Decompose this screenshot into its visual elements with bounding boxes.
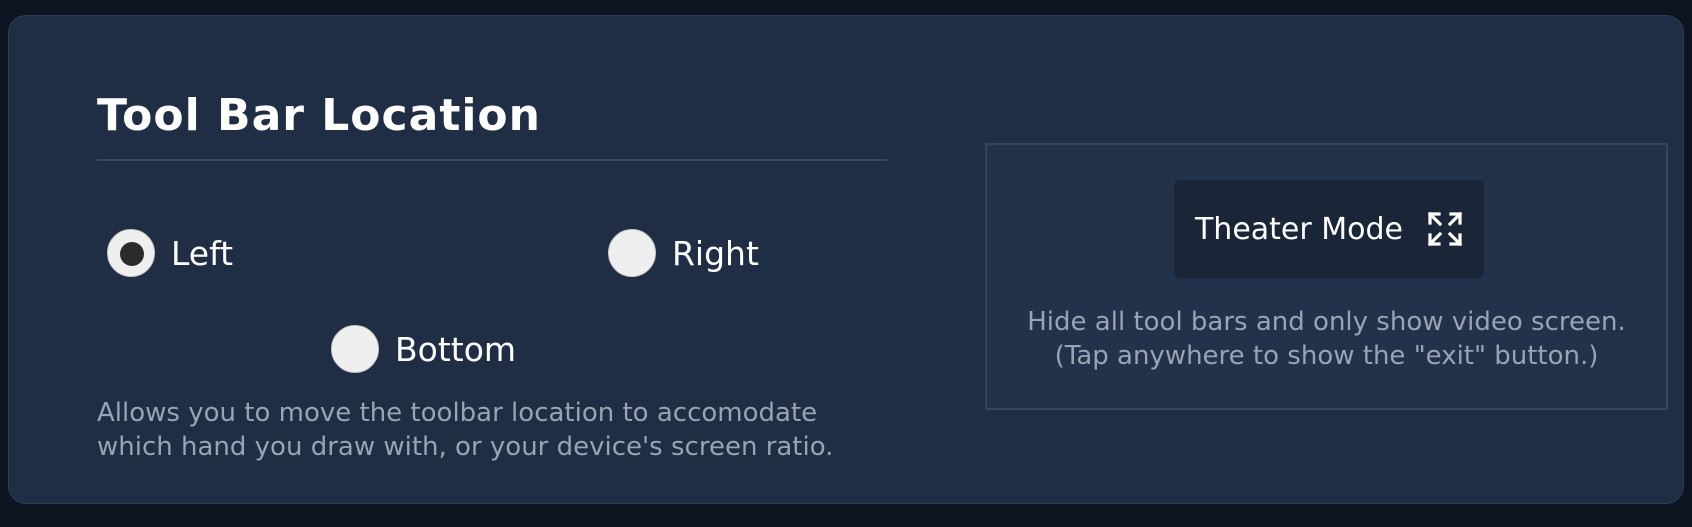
radio-button-right[interactable]: [608, 229, 656, 277]
radio-option-left[interactable]: Left: [107, 225, 233, 281]
expand-icon: [1427, 211, 1463, 247]
radio-label-left[interactable]: Left: [171, 234, 233, 273]
description-line: Allows you to move the toolbar location …: [97, 398, 818, 428]
section-title: Tool Bar Location: [97, 90, 541, 141]
radio-option-right[interactable]: Right: [608, 225, 759, 281]
toolbar-location-description: Allows you to move the toolbar location …: [97, 396, 897, 464]
description-line: Hide all tool bars and only show video s…: [1027, 307, 1626, 337]
description-line: which hand you draw with, or your device…: [97, 432, 834, 462]
radio-button-left[interactable]: [107, 229, 155, 277]
radio-label-right[interactable]: Right: [672, 234, 759, 273]
radio-label-bottom[interactable]: Bottom: [395, 330, 516, 369]
title-divider: [97, 159, 887, 161]
theater-mode-box: Theater Mode Hide all tool bars and only…: [985, 143, 1668, 410]
description-line: (Tap anywhere to show the "exit" button.…: [1054, 341, 1599, 371]
theater-mode-description: Hide all tool bars and only show video s…: [987, 305, 1666, 373]
settings-panel: Tool Bar Location Left Right Bottom Allo…: [8, 15, 1684, 504]
theater-mode-label: Theater Mode: [1194, 211, 1403, 247]
radio-button-bottom[interactable]: [331, 325, 379, 373]
theater-mode-button[interactable]: Theater Mode: [1174, 180, 1484, 278]
radio-option-bottom[interactable]: Bottom: [331, 321, 516, 377]
